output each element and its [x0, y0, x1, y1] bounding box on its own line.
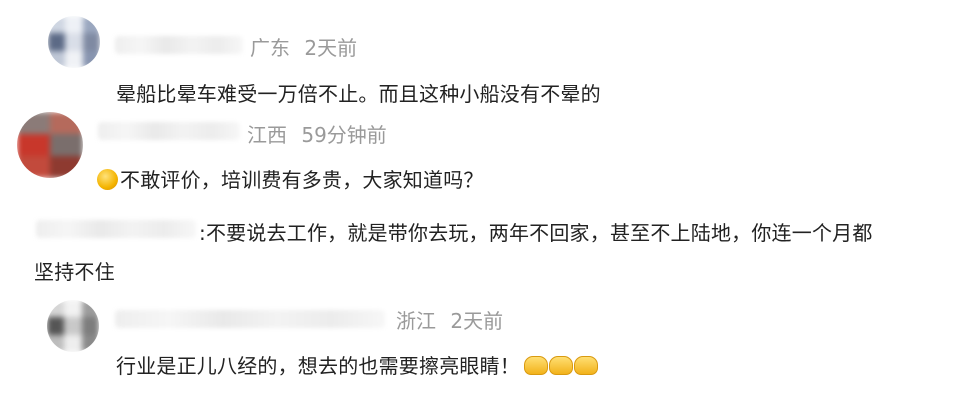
fist-bump-icon: [524, 356, 548, 375]
avatar-pixel: [17, 112, 50, 134]
username-blurred[interactable]: [98, 122, 240, 140]
avatar-pixel: [82, 33, 100, 51]
fist-bump-icon: [574, 356, 598, 375]
comment-text: 行业是正儿八经的，想去的也需要擦亮眼睛！: [116, 354, 520, 378]
avatar-pixel: [64, 317, 82, 335]
comment-text: 晕船比晕车难受一万倍不止。而且这种小船没有不晕的: [116, 82, 601, 106]
avatar-pixel: [81, 300, 99, 318]
reply-username-blurred[interactable]: [36, 220, 196, 238]
avatar-pixel: [81, 334, 99, 352]
avatar-pixel: [50, 156, 83, 178]
avatar[interactable]: [17, 112, 83, 178]
avatar-pixel: [50, 134, 83, 156]
comment-text: 不敢评价，培训费有多贵，大家知道吗？: [120, 168, 484, 192]
comment-text: 不要说去工作，就是带你去玩，两年不回家，甚至不上陆地，你连一个月都: [205, 221, 873, 245]
avatar[interactable]: [48, 16, 100, 68]
avatar-pixel: [65, 16, 83, 34]
avatar-pixelated: [17, 112, 83, 178]
avatar-pixel: [47, 317, 65, 335]
avatar-pixel: [48, 33, 66, 51]
avatar-pixel: [64, 300, 82, 318]
location-label: 浙江: [396, 309, 436, 333]
avatar-pixel: [65, 50, 83, 68]
avatar-pixel: [65, 33, 83, 51]
avatar-pixel: [82, 50, 100, 68]
avatar-pixel: [47, 300, 65, 318]
avatar-pixel: [50, 112, 83, 134]
avatar-pixel: [48, 50, 66, 68]
avatar-pixel: [17, 156, 50, 178]
comment-meta: 浙江 2天前: [396, 305, 503, 334]
fist-bump-icon: [549, 356, 573, 375]
username-blurred[interactable]: [115, 310, 385, 328]
avatar-pixel: [48, 16, 66, 34]
comment-meta: 江西 59分钟前: [247, 119, 387, 148]
location-label: 江西: [247, 123, 287, 147]
avatar-pixelated: [48, 16, 100, 68]
avatar[interactable]: [47, 300, 99, 352]
reply-text-line2: 坚持不住: [34, 260, 115, 284]
comment-text-row: 不敢评价，培训费有多贵，大家知道吗？: [97, 164, 484, 193]
avatar-pixel: [47, 334, 65, 352]
timestamp: 2天前: [450, 309, 504, 333]
avatar-pixel: [81, 317, 99, 335]
avatar-pixel: [17, 134, 50, 156]
username-blurred[interactable]: [115, 36, 243, 54]
avatar-pixelated: [47, 300, 99, 352]
avatar-pixel: [82, 16, 100, 34]
reply-text-line1: :不要说去工作，就是带你去玩，两年不回家，甚至不上陆地，你连一个月都: [199, 217, 873, 246]
cold-sweat-emoji-icon: [97, 169, 118, 190]
location-label: 广东: [250, 36, 290, 60]
avatar-pixel: [64, 334, 82, 352]
reply-separator: :: [199, 221, 206, 245]
comment-text-row: 行业是正儿八经的，想去的也需要擦亮眼睛！: [116, 350, 599, 379]
timestamp: 2天前: [304, 36, 358, 60]
comment-meta: 广东 2天前: [250, 32, 357, 61]
timestamp: 59分钟前: [301, 123, 387, 147]
